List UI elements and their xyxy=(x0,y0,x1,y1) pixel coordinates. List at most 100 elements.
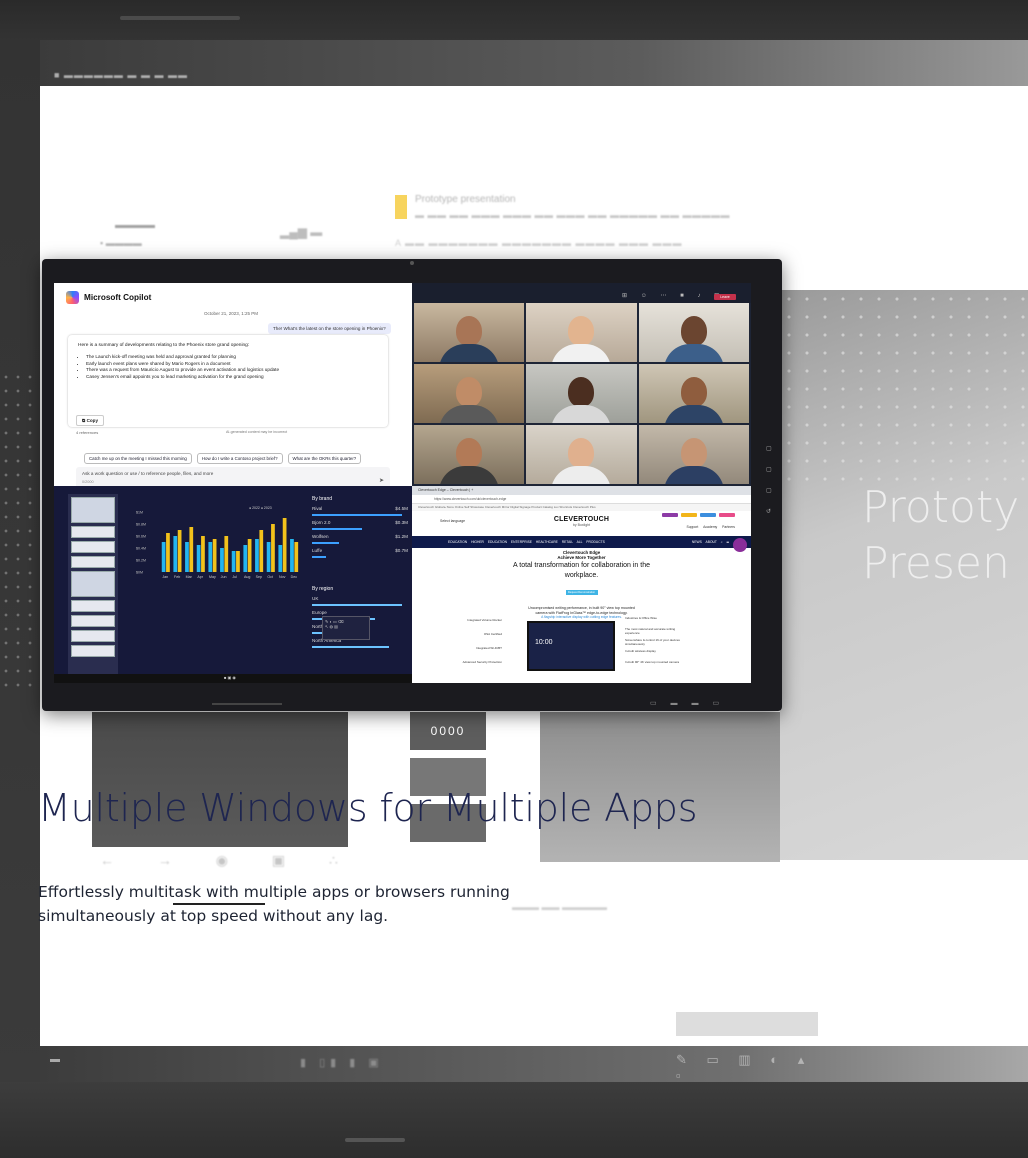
send-icon[interactable]: ➤ xyxy=(379,477,384,484)
by-region-heading: By region xyxy=(312,586,334,592)
video-tile[interactable] xyxy=(414,425,525,484)
suggestion-chip[interactable]: Catch me up on the meeting I missed this… xyxy=(84,453,192,464)
bar-2022-May[interactable] xyxy=(208,542,213,572)
bar-2022-Oct[interactable] xyxy=(266,542,271,572)
page-thumbnail[interactable] xyxy=(71,645,115,657)
video-tile[interactable] xyxy=(526,303,637,362)
video-tile[interactable] xyxy=(638,425,749,484)
brand-row[interactable]: Rival $4.5M xyxy=(312,506,412,520)
language-selector[interactable]: Select language xyxy=(440,519,465,523)
bar-2022-Feb[interactable] xyxy=(173,536,178,572)
nav-right[interactable]: NEWS ABOUT ⌕ ☰ xyxy=(692,540,729,544)
copy-button[interactable]: ⧉ Copy xyxy=(76,415,105,426)
brand-row[interactable]: Bjorn 2.0 $0.3M xyxy=(312,520,412,534)
decorative-dots xyxy=(0,370,40,690)
references-toggle[interactable]: 4 references xyxy=(76,430,98,435)
video-tile[interactable] xyxy=(638,303,749,362)
context-toolbar[interactable]: ✎ ◐ ▭ ⌫ ↖ ◍ ▤ xyxy=(322,616,370,640)
page-thumbnail[interactable] xyxy=(71,526,115,538)
video-tile[interactable] xyxy=(526,364,637,423)
camera-dot xyxy=(410,261,414,265)
bar-2023-Sep[interactable] xyxy=(259,530,264,572)
bar-2022-Aug[interactable] xyxy=(243,545,248,572)
meeting-controls[interactable]: ⊞ ☺ ⋯ ■ ♪ ⊡ xyxy=(622,292,725,299)
brand-bar xyxy=(312,556,326,558)
region-row[interactable]: UK xyxy=(312,596,412,610)
feature-callout: The most natural and accurate writing ex… xyxy=(625,627,676,635)
bar-2023-Mar[interactable] xyxy=(189,527,194,572)
bar-2022-Sep[interactable] xyxy=(255,539,259,572)
video-tile[interactable] xyxy=(414,364,525,423)
bar-2022-Jun[interactable] xyxy=(220,548,224,572)
video-tile[interactable] xyxy=(526,425,637,484)
x-tick-label: Aug xyxy=(244,575,250,579)
bar-2022-Jul[interactable] xyxy=(231,551,236,572)
bezel-notch-bottom xyxy=(345,1138,405,1142)
region-row[interactable]: North America xyxy=(312,638,412,652)
video-tile[interactable] xyxy=(638,364,749,423)
brand-row[interactable]: Luffe $0.7M xyxy=(312,548,412,562)
page-thumbnail[interactable] xyxy=(71,571,115,597)
x-tick-label: Sep xyxy=(256,575,262,579)
suggestion-chip[interactable]: How do I write a Contoso project brief? xyxy=(196,453,283,464)
copilot-header: Microsoft Copilot xyxy=(66,291,151,304)
taskbar-icons[interactable]: ■ ▣ ◉ xyxy=(224,675,236,680)
bar-2023-Dec[interactable] xyxy=(294,542,299,572)
bar-2023-May[interactable] xyxy=(212,539,217,572)
bar-2022-Mar[interactable] xyxy=(185,542,189,572)
bar-2023-Apr[interactable] xyxy=(201,536,205,572)
background-tool-row: ✎ ▭ ▥ ◐ ▴ ▫ xyxy=(676,1052,813,1083)
page-thumbnail[interactable] xyxy=(71,600,115,612)
powerbi-window: ● 2022 ● 2023 $1M $0.8M $0.6M $0.4M $0.2M $0M… xyxy=(54,486,412,683)
bar-2022-Dec[interactable] xyxy=(290,539,294,572)
browser-tab-strip[interactable]: Clevertouch Edge – Clevertouch | + xyxy=(412,486,751,495)
address-bar[interactable]: https://www.clevertouch.com/uk/clevertou… xyxy=(412,495,751,504)
brand-row[interactable]: Wolfsen $1.2M xyxy=(312,534,412,548)
bookmarks-bar[interactable]: Clevertouch Global ▸ Store Online Self S… xyxy=(412,504,751,511)
page-thumbnail[interactable] xyxy=(71,630,115,642)
suggestion-chip[interactable]: What are the OKRs this quarter? xyxy=(287,453,362,464)
nav-items[interactable]: EDUCATION HIGHER EDUCATION ENTERPRISE HE… xyxy=(448,540,605,544)
feature-callout: Industries & Office Wise xyxy=(625,616,657,620)
y-tick-label: $0.4M xyxy=(136,547,146,551)
section-body-line: Effortlessly multitask with multiple app… xyxy=(38,883,510,901)
brand-rows: Rival $4.5M Bjorn 2.0 $0.3M Wolfsen $1.2M Luff… xyxy=(312,506,412,562)
header-pill[interactable] xyxy=(719,513,735,517)
bar-2023-Oct[interactable] xyxy=(271,524,275,572)
leave-button[interactable]: Leave xyxy=(714,294,736,300)
y-tick-label: $1M xyxy=(136,511,143,515)
header-pills xyxy=(662,513,735,517)
bar-2023-Jul[interactable] xyxy=(236,551,240,572)
video-tile[interactable] xyxy=(414,303,525,362)
bar-2023-Aug[interactable] xyxy=(247,539,252,572)
teams-meeting-window: ⊞ ☺ ⋯ ■ ♪ ⊡ Leave xyxy=(412,283,751,486)
y-tick-label: $0M xyxy=(136,571,143,575)
bar-2022-Apr[interactable] xyxy=(196,545,201,572)
header-pill[interactable] xyxy=(662,513,678,517)
header-links[interactable]: Support Academy Partners xyxy=(686,525,735,529)
bar-2023-Feb[interactable] xyxy=(177,530,182,572)
os-taskbar: ■ ▣ ◉ xyxy=(54,674,412,683)
page-thumbnail[interactable] xyxy=(71,615,115,627)
bar-2023-Jun[interactable] xyxy=(224,536,229,572)
hero-subheading: A total transformation for collaboration… xyxy=(513,562,650,569)
page-thumbnail[interactable] xyxy=(71,541,115,553)
bar-2023-Nov[interactable] xyxy=(282,518,287,572)
bar-2023-Jan[interactable] xyxy=(166,533,170,572)
brand-name: Luffe xyxy=(312,548,323,553)
brand-value: $4.5M xyxy=(395,506,408,511)
bar-2022-Jan[interactable] xyxy=(161,542,166,572)
header-pill[interactable] xyxy=(700,513,716,517)
slide-title-line: Prototy xyxy=(862,482,1020,533)
feature-callout: OSA Certified xyxy=(483,632,502,636)
region-name: UK xyxy=(312,596,319,601)
page-thumbnail[interactable] xyxy=(71,497,115,523)
region-bar xyxy=(312,646,389,648)
y-tick-label: $0.6M xyxy=(136,535,146,539)
bar-2022-Nov[interactable] xyxy=(278,545,283,572)
page-thumbnail[interactable] xyxy=(71,556,115,568)
request-demo-button[interactable]: Request Demonstration xyxy=(565,590,598,595)
x-tick-label: Apr xyxy=(197,575,203,579)
background-label: ▬▬▬▬ xyxy=(115,220,155,231)
header-pill[interactable] xyxy=(681,513,697,517)
